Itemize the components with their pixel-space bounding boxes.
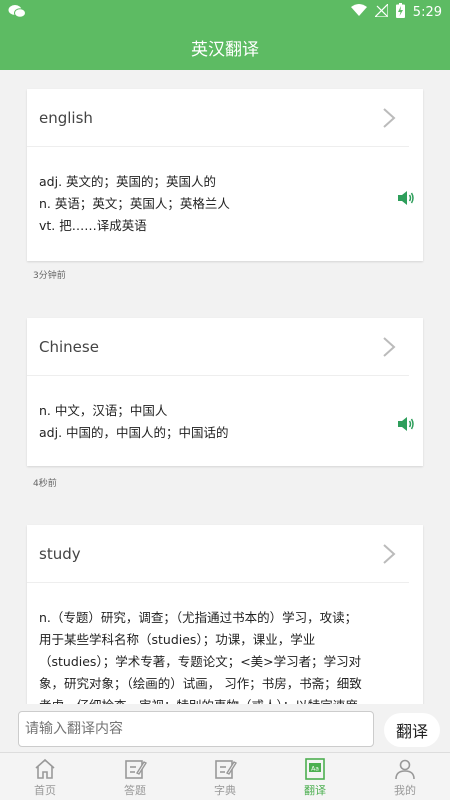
profile-icon <box>395 759 415 780</box>
translate-button[interactable]: 翻译 <box>384 713 440 747</box>
card-header[interactable]: study <box>27 525 409 583</box>
status-bar: 5:29 <box>0 0 450 24</box>
history-card-study[interactable]: study n.（专题）研究，调查；（尤指通过书本的）学习，攻读； 用于某些学科… <box>27 525 423 704</box>
word-text: study <box>39 544 81 563</box>
chevron-right-icon[interactable] <box>381 107 397 129</box>
history-list[interactable]: english adj. 英文的；英国的；英国人的 n. 英语；英文；英国人；英… <box>0 70 450 704</box>
tab-label: 翻译 <box>304 784 326 797</box>
tab-dictionary[interactable]: 字典 <box>180 753 270 800</box>
app-bar: 英汉翻译 <box>0 24 450 70</box>
definition-line: 象，研究对象；（绘画的）试画， 习作；书房，书斋；细致 <box>39 676 362 691</box>
chevron-right-icon[interactable] <box>381 543 397 565</box>
translate-icon: Aa <box>305 758 325 780</box>
status-time: 5:29 <box>412 4 442 20</box>
tab-translate[interactable]: Aa 翻译 <box>270 753 360 800</box>
definitions: adj. 英文的；英国的；英国人的 n. 英语；英文；英国人；英格兰人 vt. … <box>27 147 423 237</box>
tab-label: 首页 <box>34 784 56 797</box>
definition-line: 用于某些学科名称（studies）；功课，课业，学业 <box>39 632 316 647</box>
word-text: Chinese <box>39 337 99 356</box>
tab-quiz[interactable]: 答题 <box>90 753 180 800</box>
tab-label: 答题 <box>124 784 146 797</box>
chevron-right-icon[interactable] <box>381 336 397 358</box>
history-card-chinese[interactable]: Chinese n. 中文，汉语；中国人 adj. 中国的，中国人的；中国话的 <box>27 318 423 466</box>
definition-line: n. 中文，汉语；中国人 <box>39 403 168 418</box>
signal-icon <box>373 2 389 21</box>
tab-home[interactable]: 首页 <box>0 753 90 800</box>
dictionary-icon <box>215 760 237 779</box>
definition-line: adj. 中国的，中国人的；中国话的 <box>39 425 229 440</box>
definition-line: （studies）；学术专著，专题论文；<美>学习者；学习对 <box>39 654 362 669</box>
wechat-icon <box>8 3 26 22</box>
definition-line: vt. 把……译成英语 <box>39 218 147 233</box>
wifi-icon <box>350 3 367 21</box>
history-card-english[interactable]: english adj. 英文的；英国的；英国人的 n. 英语；英文；英国人；英… <box>27 89 423 261</box>
tab-label: 我的 <box>394 784 416 797</box>
translate-input[interactable] <box>18 711 374 747</box>
timestamp: 3分钟前 <box>33 271 66 281</box>
bottom-tab-bar: 首页 答题 字典 Aa 翻译 我的 <box>0 752 450 800</box>
definition-line: 考虑，仔细检查，审视；特别的事物（或人）；以特定速度 <box>39 695 411 704</box>
definition-line: n. 英语；英文；英国人；英格兰人 <box>39 196 230 211</box>
quiz-icon <box>125 760 147 779</box>
timestamp: 4秒前 <box>33 479 57 489</box>
tab-profile[interactable]: 我的 <box>360 753 450 800</box>
definitions: n. 中文，汉语；中国人 adj. 中国的，中国人的；中国话的 <box>27 376 423 444</box>
battery-icon <box>395 2 405 22</box>
home-icon <box>35 758 55 779</box>
svg-text:Aa: Aa <box>311 766 319 773</box>
definition-line: adj. 英文的；英国的；英国人的 <box>39 174 217 189</box>
input-bar: 翻译 <box>0 704 450 752</box>
speaker-icon[interactable] <box>397 416 415 432</box>
definition-line: n.（专题）研究，调查；（尤指通过书本的）学习，攻读； <box>39 610 358 625</box>
tab-label: 字典 <box>214 784 236 797</box>
card-header[interactable]: english <box>27 89 409 147</box>
speaker-icon[interactable] <box>397 190 415 206</box>
word-text: english <box>39 108 93 127</box>
page-title: 英汉翻译 <box>191 39 259 60</box>
card-header[interactable]: Chinese <box>27 318 409 376</box>
definitions: n.（专题）研究，调查；（尤指通过书本的）学习，攻读； 用于某些学科名称（stu… <box>27 583 423 704</box>
